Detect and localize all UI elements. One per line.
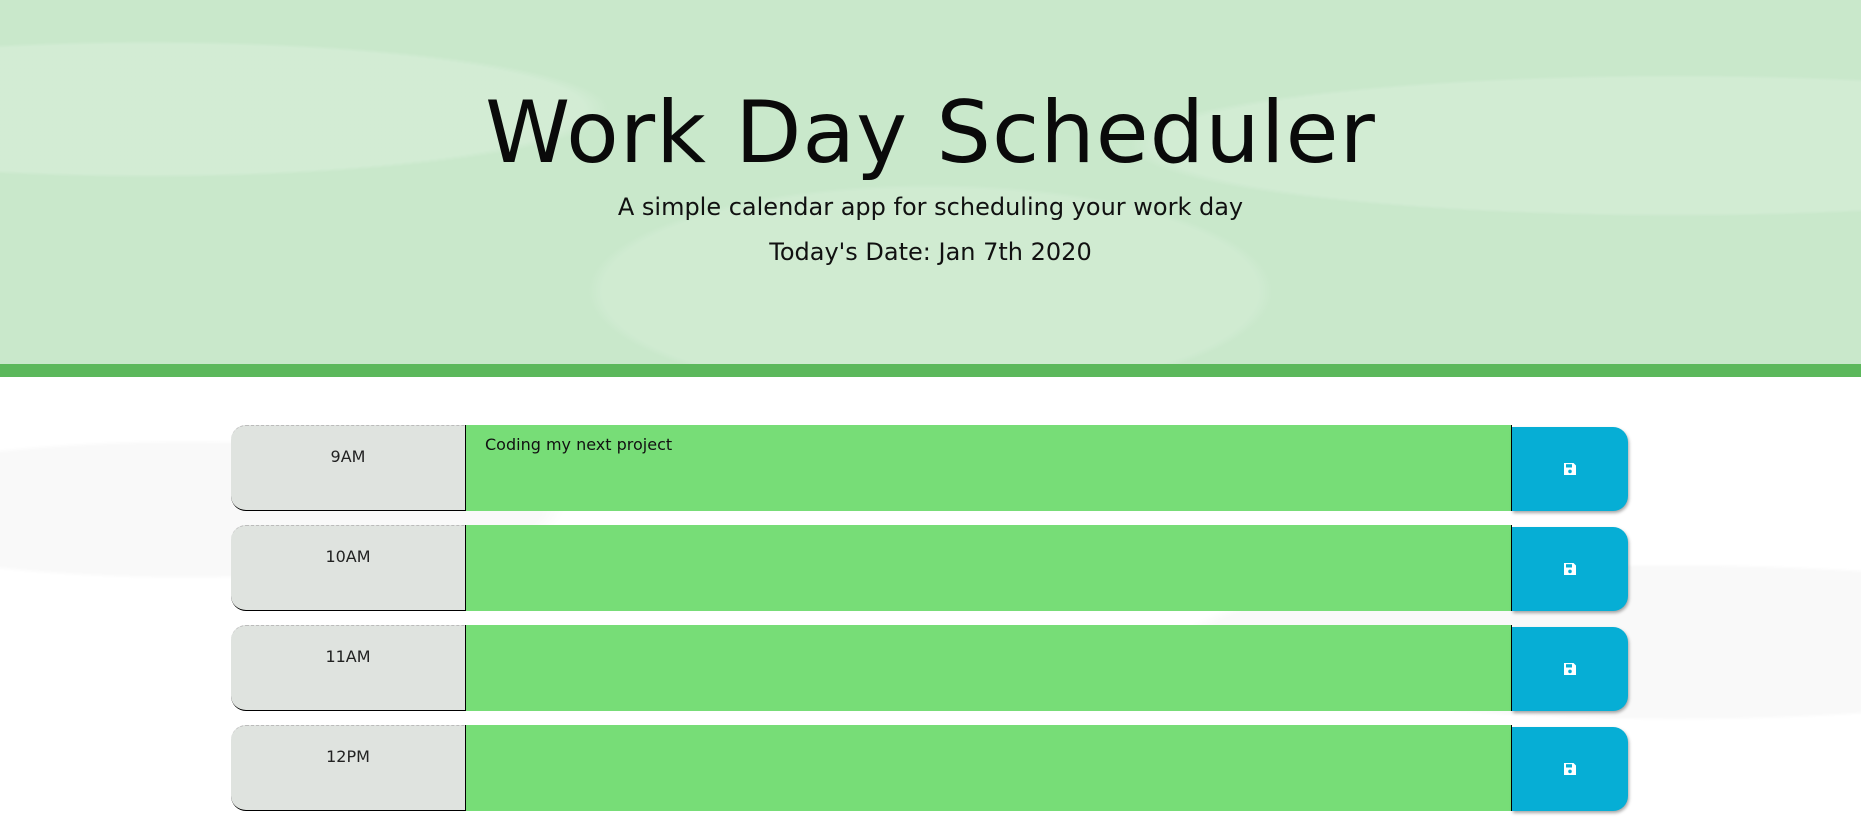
hour-label: 9AM — [231, 425, 465, 511]
save-button[interactable] — [1512, 727, 1628, 811]
event-description[interactable] — [465, 725, 1512, 811]
save-icon — [1564, 763, 1576, 775]
save-icon — [1564, 663, 1576, 675]
event-description[interactable] — [465, 525, 1512, 611]
time-block-9am: 9AM Coding my next project — [231, 425, 1629, 511]
save-button[interactable] — [1512, 427, 1628, 511]
hour-label: 12PM — [231, 725, 465, 811]
save-icon — [1564, 563, 1576, 575]
save-button[interactable] — [1512, 527, 1628, 611]
time-block-11am: 11AM — [231, 625, 1629, 711]
current-date: Today's Date: Jan 7th 2020 — [769, 238, 1092, 266]
event-description[interactable] — [465, 625, 1512, 711]
save-button[interactable] — [1512, 627, 1628, 711]
hour-label: 10AM — [231, 525, 465, 611]
time-block-12pm: 12PM — [231, 725, 1629, 811]
page-title: Work Day Scheduler — [485, 83, 1376, 183]
page-subtitle: A simple calendar app for scheduling you… — [617, 193, 1244, 221]
header-jumbotron: Work Day Scheduler A simple calendar app… — [0, 0, 1861, 377]
hour-label: 11AM — [231, 625, 465, 711]
scheduler-container: 9AM Coding my next project 10AM 11AM 12P… — [0, 377, 1861, 819]
save-icon — [1564, 463, 1576, 475]
event-description[interactable]: Coding my next project — [465, 425, 1512, 511]
time-block-10am: 10AM — [231, 525, 1629, 611]
